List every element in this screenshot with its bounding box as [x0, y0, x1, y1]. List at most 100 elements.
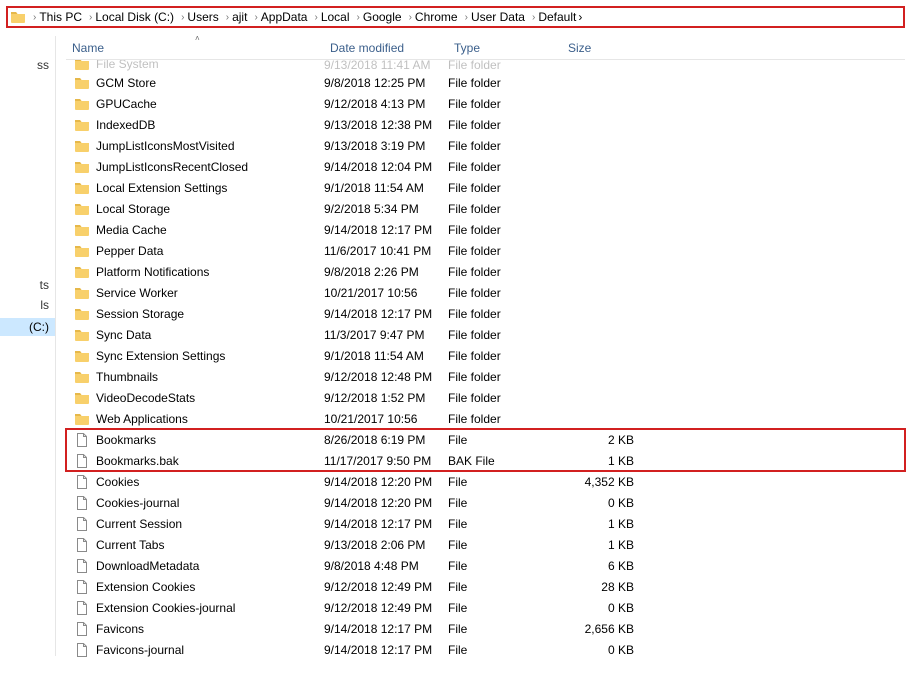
folder-icon [74, 411, 90, 427]
list-item[interactable]: Local Extension Settings9/1/2018 11:54 A… [66, 177, 905, 198]
list-item[interactable]: Media Cache9/14/2018 12:17 PMFile folder [66, 219, 905, 240]
folder-icon [74, 96, 90, 112]
file-name: Current Tabs [96, 538, 164, 552]
header-size[interactable]: Size [562, 37, 652, 59]
nav-tree[interactable]: ss ts ls (C:) [0, 36, 56, 656]
chevron-right-icon: › [254, 12, 257, 23]
header-name[interactable]: Name ˄ [66, 37, 324, 59]
nav-item-current-drive[interactable]: (C:) [0, 318, 55, 336]
file-date: 9/13/2018 11:41 AM [324, 60, 448, 72]
file-date: 9/1/2018 11:54 AM [324, 181, 448, 195]
list-item[interactable]: Extension Cookies9/12/2018 12:49 PMFile2… [66, 576, 905, 597]
file-type: File folder [448, 223, 562, 237]
list-item-cutoff[interactable]: File System 9/13/2018 11:41 AM File fold… [66, 60, 905, 72]
chevron-right-icon: › [314, 12, 317, 23]
file-date: 8/26/2018 6:19 PM [324, 433, 448, 447]
address-bar[interactable]: ›This PC›Local Disk (C:)›Users›ajit›AppD… [6, 6, 905, 28]
file-list[interactable]: File System 9/13/2018 11:41 AM File fold… [66, 60, 905, 665]
file-date: 9/13/2018 2:06 PM [324, 538, 448, 552]
list-item[interactable]: Sync Extension Settings9/1/2018 11:54 AM… [66, 345, 905, 366]
file-date: 11/6/2017 10:41 PM [324, 244, 448, 258]
list-item[interactable]: Favicons9/14/2018 12:17 PMFile2,656 KB [66, 618, 905, 639]
list-item[interactable]: VideoDecodeStats9/12/2018 1:52 PMFile fo… [66, 387, 905, 408]
breadcrumb-segment[interactable]: ›Chrome [404, 10, 460, 24]
chevron-right-icon: › [357, 12, 360, 23]
file-icon [74, 621, 90, 637]
breadcrumb-segment[interactable]: ›Local Disk (C:) [84, 10, 176, 24]
folder-icon [74, 159, 90, 175]
file-type: File [448, 622, 562, 636]
file-name: GCM Store [96, 76, 156, 90]
list-item[interactable]: GPUCache9/12/2018 4:13 PMFile folder [66, 93, 905, 114]
breadcrumb-segment[interactable]: ›This PC [28, 10, 84, 24]
chevron-right-icon: › [409, 12, 412, 23]
list-item[interactable]: Service Worker10/21/2017 10:56File folde… [66, 282, 905, 303]
list-item[interactable]: Platform Notifications9/8/2018 2:26 PMFi… [66, 261, 905, 282]
list-item[interactable]: JumpListIconsRecentClosed9/14/2018 12:04… [66, 156, 905, 177]
list-item[interactable]: Local Storage9/2/2018 5:34 PMFile folder [66, 198, 905, 219]
file-type: File folder [448, 328, 562, 342]
list-item[interactable]: Bookmarks8/26/2018 6:19 PMFile2 KB [66, 429, 905, 450]
file-date: 9/8/2018 2:26 PM [324, 265, 448, 279]
file-type: File folder [448, 139, 562, 153]
file-type: File folder [448, 370, 562, 384]
folder-icon [74, 327, 90, 343]
folder-icon [74, 348, 90, 364]
list-item[interactable]: Bookmarks.bak11/17/2017 9:50 PMBAK File1… [66, 450, 905, 471]
file-size: 4,352 KB [562, 475, 652, 489]
nav-item-partial[interactable]: ss [37, 58, 49, 72]
breadcrumb-segment[interactable]: ›Users [176, 10, 221, 24]
folder-icon [74, 222, 90, 238]
breadcrumb-segment[interactable]: ›Local [309, 10, 351, 24]
list-item[interactable]: IndexedDB9/13/2018 12:38 PMFile folder [66, 114, 905, 135]
folder-icon [74, 138, 90, 154]
folder-icon [74, 369, 90, 385]
file-name: File System [96, 60, 159, 71]
folder-icon [74, 180, 90, 196]
breadcrumb-segment[interactable]: ›Default [527, 10, 578, 24]
list-item[interactable]: Pepper Data11/6/2017 10:41 PMFile folder [66, 240, 905, 261]
list-item[interactable]: Cookies9/14/2018 12:20 PMFile4,352 KB [66, 471, 905, 492]
file-icon [74, 453, 90, 469]
list-item[interactable]: Sync Data11/3/2017 9:47 PMFile folder [66, 324, 905, 345]
file-name: Sync Data [96, 328, 151, 342]
header-date[interactable]: Date modified [324, 37, 448, 59]
breadcrumb-segment[interactable]: ›User Data [460, 10, 527, 24]
list-item[interactable]: GCM Store9/8/2018 12:25 PMFile folder [66, 72, 905, 93]
file-name: JumpListIconsMostVisited [96, 139, 235, 153]
file-type: File folder [448, 286, 562, 300]
file-date: 9/12/2018 12:48 PM [324, 370, 448, 384]
folder-icon [74, 201, 90, 217]
list-item[interactable]: Cookies-journal9/14/2018 12:20 PMFile0 K… [66, 492, 905, 513]
list-item[interactable]: Web Applications10/21/2017 10:56File fol… [66, 408, 905, 429]
file-name: JumpListIconsRecentClosed [96, 160, 248, 174]
breadcrumb-segment[interactable]: ›ajit [221, 10, 250, 24]
list-item[interactable]: DownloadMetadata9/8/2018 4:48 PMFile6 KB [66, 555, 905, 576]
header-type[interactable]: Type [448, 37, 562, 59]
file-date: 9/13/2018 3:19 PM [324, 139, 448, 153]
file-date: 9/12/2018 1:52 PM [324, 391, 448, 405]
breadcrumb-segment[interactable]: ›Google [352, 10, 404, 24]
file-icon [74, 516, 90, 532]
nav-item-partial[interactable]: ls [40, 298, 49, 312]
breadcrumb-segment[interactable]: ›AppData [249, 10, 309, 24]
list-item[interactable]: Extension Cookies-journal9/12/2018 12:49… [66, 597, 905, 618]
list-item[interactable]: Current Tabs9/13/2018 2:06 PMFile1 KB [66, 534, 905, 555]
file-name: GPUCache [96, 97, 157, 111]
file-date: 9/14/2018 12:17 PM [324, 307, 448, 321]
file-type: File [448, 475, 562, 489]
file-type: File [448, 643, 562, 657]
list-item[interactable]: Session Storage9/14/2018 12:17 PMFile fo… [66, 303, 905, 324]
file-type: File folder [448, 118, 562, 132]
folder-icon [74, 117, 90, 133]
nav-item-partial[interactable]: ts [40, 278, 49, 292]
chevron-right-icon: › [465, 12, 468, 23]
file-name: Web Applications [96, 412, 188, 426]
file-size: 28 KB [562, 580, 652, 594]
list-item[interactable]: Thumbnails 9/12/2018 12:48 PMFile folder [66, 366, 905, 387]
file-name: Thumbnails [96, 370, 158, 384]
list-item[interactable]: JumpListIconsMostVisited 9/13/2018 3:19 P… [66, 135, 905, 156]
list-item[interactable]: Current Session9/14/2018 12:17 PMFile1 K… [66, 513, 905, 534]
list-item[interactable]: Favicons-journal9/14/2018 12:17 PMFile0 … [66, 639, 905, 660]
breadcrumb-label: Chrome [415, 10, 458, 24]
